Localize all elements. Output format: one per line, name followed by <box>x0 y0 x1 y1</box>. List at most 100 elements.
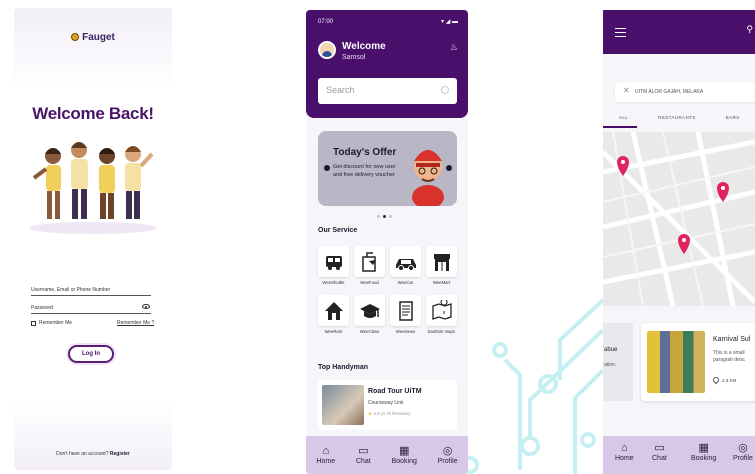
search-icon <box>441 86 449 94</box>
tab-label: Profile <box>733 455 753 462</box>
carousel-dot[interactable] <box>389 215 392 218</box>
store-icon <box>433 253 450 271</box>
graduation-cap-icon <box>359 303 380 318</box>
search-input[interactable]: Search <box>318 78 457 104</box>
username-label: Username, Email or Phone Number <box>31 287 111 293</box>
tab-home[interactable]: ⌂ Home <box>316 445 335 465</box>
carousel-dot-active[interactable] <box>383 215 386 218</box>
eye-icon[interactable] <box>142 304 150 309</box>
login-screen: Fauget Welcome Back! Username, Email or … <box>14 8 172 470</box>
notification-bell-icon[interactable]: ♨ <box>450 42 458 53</box>
tab-chat[interactable]: ▭ Chat <box>652 442 667 462</box>
tab-label: Chat <box>652 455 667 462</box>
bottom-tab-bar: ⌂ Home ▭ Chat ▦ Booking ◎ Profile <box>603 436 755 474</box>
arrow-left-icon[interactable] <box>324 165 330 171</box>
group-illustration <box>29 142 157 234</box>
tab-all[interactable]: ALL <box>603 112 642 128</box>
tab-booking[interactable]: ▦ Booking <box>691 442 716 462</box>
service-weenews[interactable]: WeeNews <box>390 295 421 334</box>
search-icon[interactable]: ⚲ <box>746 24 753 35</box>
tab-profile[interactable]: ◎ Profile <box>733 442 753 462</box>
tab-bars[interactable]: BARS <box>710 112 754 128</box>
password-field[interactable] <box>31 313 151 314</box>
home-icon: ⌂ <box>322 445 330 457</box>
welcome-text: Welcome <box>342 41 386 52</box>
avatar[interactable] <box>318 41 336 59</box>
venue-distance: 2.3 KM <box>711 375 737 385</box>
location-input[interactable]: ✕ UITM ALOR GAJAH, MELAKA <box>615 82 755 102</box>
service-label: bambim maps <box>428 329 455 335</box>
tab-chat[interactable]: ▭ Chat <box>356 445 371 465</box>
home-header: 07:00 ▾ ◢ ▬ Welcome Samsol ♨ Search <box>306 10 468 118</box>
rating-text: 4.8 (3.7k Reviews) <box>373 411 411 416</box>
profile-icon: ◎ <box>738 442 748 454</box>
venue-card[interactable]: Karnival Sul This is a small paragrah de… <box>641 323 755 401</box>
newspaper-icon <box>398 300 413 321</box>
tab-restaurants[interactable]: RESTAURANTS <box>642 112 710 128</box>
brand-name: Fauget <box>82 32 115 43</box>
remember-checkbox[interactable] <box>31 320 36 326</box>
venue-title-partial: abue <box>604 347 618 353</box>
tab-label: Chat <box>355 458 371 465</box>
service-weemart[interactable]: WeeMart <box>426 246 457 285</box>
location-pin-icon <box>711 375 721 385</box>
chat-icon: ▭ <box>654 442 665 454</box>
car-icon <box>395 258 416 271</box>
service-label: WeeClass <box>359 329 380 335</box>
services-title: Our Service <box>318 227 358 234</box>
service-label: WeeFood <box>360 280 379 285</box>
username-field[interactable] <box>31 295 151 296</box>
service-label: WeeMart <box>432 280 451 285</box>
logo-icon <box>71 33 80 41</box>
calendar-icon: ▦ <box>399 445 410 457</box>
user-name: Samsol <box>342 54 366 61</box>
carousel-dot[interactable] <box>377 215 380 218</box>
service-label: WeeShuttle <box>322 280 345 285</box>
venue-card-partial[interactable]: abue ation. <box>603 323 633 401</box>
remember-me[interactable]: Remember Me <box>31 320 72 326</box>
house-icon <box>324 301 343 320</box>
tab-booking[interactable]: ▦ Booking <box>392 445 417 465</box>
remember-link[interactable]: Remember Me ? <box>117 320 154 326</box>
tab-label: Booking <box>691 455 717 462</box>
top-handyman-title: Top Handyman <box>318 364 369 371</box>
venue-description: This is a small paragrah desc <box>713 350 745 364</box>
menu-icon[interactable] <box>615 28 626 40</box>
venue-title: Karnival Sul <box>713 336 751 343</box>
handyman-title: Road Tour UiTM <box>368 388 422 395</box>
handyman-card[interactable]: Road Tour UiTM Courseway Link ★ 4.8 (3.7… <box>318 380 457 430</box>
login-button[interactable]: Log In <box>68 345 114 363</box>
service-weecar[interactable]: WeeCar <box>390 246 421 285</box>
welcome-title: Welcome Back! <box>32 104 154 123</box>
offer-title: Today's Offer <box>333 147 397 158</box>
map-icon <box>431 299 452 320</box>
status-icons: ▾ ◢ ▬ <box>441 19 458 25</box>
service-bambim-maps[interactable]: bambim maps <box>426 295 457 334</box>
service-label: WeeNews <box>395 329 416 335</box>
tab-home[interactable]: ⌂ Home <box>615 442 634 462</box>
profile-icon: ◎ <box>442 445 453 457</box>
bottom-tab-bar: ⌂ Home ▭ Chat ▦ Booking ◎ Profile <box>306 436 468 474</box>
service-weeclass[interactable]: WeeClass <box>354 295 385 334</box>
map-view[interactable] <box>603 132 755 306</box>
arrow-right-icon[interactable] <box>446 165 452 171</box>
no-account-text: Don't have an account? <box>56 451 109 457</box>
handyman-rating: ★ 4.8 (3.7k Reviews) <box>368 411 411 417</box>
service-weefood[interactable]: WeeFood <box>354 246 385 285</box>
register-link[interactable]: Register <box>110 451 130 457</box>
chat-icon: ▭ <box>358 445 369 457</box>
distance-text: 2.3 KM <box>722 377 737 383</box>
offer-banner[interactable]: Today's Offer Get discount for new user … <box>318 131 457 206</box>
services-grid: WeeShuttle WeeFood WeeCar WeeMart WeeRen… <box>318 246 458 334</box>
brand-logo: Fauget <box>14 32 172 43</box>
location-text: UITM ALOR GAJAH, MELAKA <box>635 89 704 95</box>
service-weerent[interactable]: WeeRent <box>318 295 349 334</box>
remember-label: Remember Me <box>39 320 73 326</box>
clear-icon[interactable]: ✕ <box>623 86 630 95</box>
offer-text: Get discount for new user and free deliv… <box>333 164 396 178</box>
search-placeholder: Search <box>326 85 355 95</box>
service-weeshuttle[interactable]: WeeShuttle <box>318 246 349 285</box>
tab-profile[interactable]: ◎ Profile <box>438 445 458 465</box>
venue-desc-line: This is a small <box>713 350 745 356</box>
carousel-dots <box>377 215 392 218</box>
